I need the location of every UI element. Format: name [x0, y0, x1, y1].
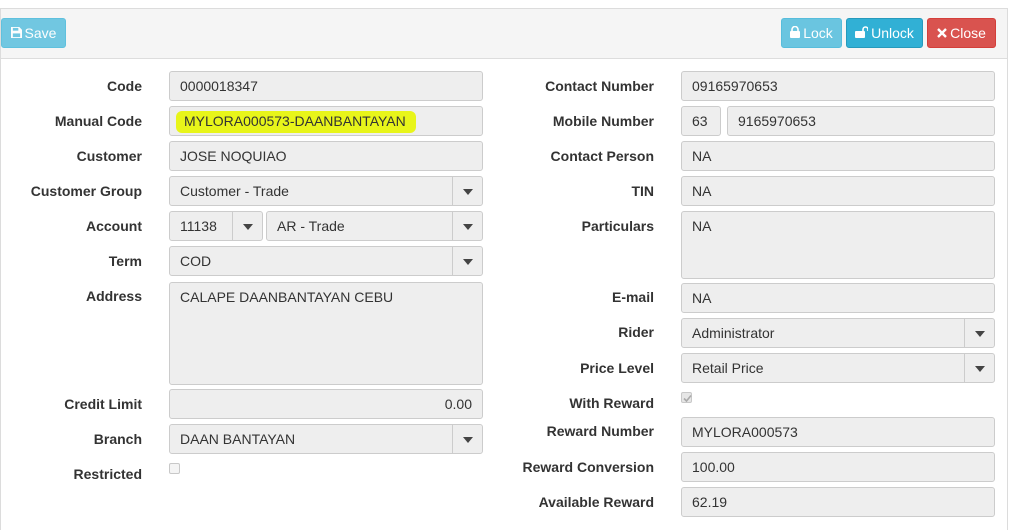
dropdown-toggle[interactable] — [452, 177, 482, 205]
customer-field[interactable]: JOSE NOQUIAO — [169, 141, 483, 171]
contact-number-field[interactable]: 09165970653 — [681, 71, 995, 101]
with-reward-label: With Reward — [569, 395, 654, 411]
price-level-value: Retail Price — [692, 360, 764, 376]
tin-label: TIN — [631, 183, 654, 199]
manual-code-value: MYLORA000573-DAANBANTAYAN — [176, 111, 416, 133]
manual-code-label: Manual Code — [54, 113, 142, 129]
account-code-select[interactable]: 11138 — [169, 211, 263, 241]
toolbar: Save Lock Unlock Close — [1, 9, 1007, 59]
mobile-number-field[interactable]: 9165970653 — [727, 106, 995, 136]
customer-group-select[interactable]: Customer - Trade — [169, 176, 483, 206]
price-level-label: Price Level — [580, 360, 654, 376]
reward-conversion-label: Reward Conversion — [522, 459, 654, 475]
particulars-label: Particulars — [581, 218, 654, 234]
customer-label: Customer — [76, 148, 142, 164]
manual-code-field[interactable]: MYLORA000573-DAANBANTAYAN — [169, 106, 483, 136]
account-code-value: 11138 — [180, 218, 217, 234]
rider-label: Rider — [618, 324, 654, 340]
email-label: E-mail — [611, 289, 654, 305]
close-button[interactable]: Close — [927, 18, 996, 48]
restricted-checkbox[interactable] — [169, 463, 180, 474]
chevron-down-icon — [463, 224, 473, 230]
branch-value: DAAN BANTAYAN — [180, 431, 296, 447]
with-reward-checkbox[interactable] — [681, 392, 692, 403]
dropdown-toggle[interactable] — [452, 247, 482, 275]
unlock-label: Unlock — [871, 25, 914, 41]
rider-value: Administrator — [692, 325, 775, 341]
branch-label: Branch — [93, 431, 142, 447]
floppy-disk-icon — [10, 19, 22, 47]
credit-limit-field[interactable]: 0.00 — [169, 389, 483, 419]
credit-limit-label: Credit Limit — [64, 396, 142, 412]
customer-group-value: Customer - Trade — [180, 183, 289, 199]
lock-icon — [790, 19, 801, 47]
lock-label: Lock — [803, 25, 833, 41]
chevron-down-icon — [463, 259, 473, 265]
available-reward-field[interactable]: 62.19 — [681, 487, 995, 517]
unlock-button[interactable]: Unlock — [846, 18, 923, 48]
close-label: Close — [950, 25, 986, 41]
term-value: COD — [180, 253, 212, 269]
chevron-down-icon — [463, 437, 473, 443]
reward-number-field[interactable]: MYLORA000573 — [681, 417, 995, 447]
tin-field[interactable]: NA — [681, 176, 995, 206]
contact-person-field[interactable]: NA — [681, 141, 995, 171]
restricted-label: Restricted — [73, 466, 142, 482]
save-button[interactable]: Save — [1, 18, 66, 48]
unlock-icon — [855, 19, 869, 47]
rider-select[interactable]: Administrator — [681, 318, 995, 348]
code-field[interactable]: 0000018347 — [169, 71, 483, 101]
dropdown-toggle[interactable] — [964, 354, 994, 382]
term-label: Term — [108, 253, 142, 269]
chevron-down-icon — [975, 366, 985, 372]
mobile-prefix-field[interactable]: 63 — [681, 106, 721, 136]
lock-button[interactable]: Lock — [781, 18, 842, 48]
save-label: Save — [24, 25, 57, 41]
contact-person-label: Contact Person — [550, 148, 654, 164]
account-name-select[interactable]: AR - Trade — [266, 211, 483, 241]
check-icon — [683, 394, 692, 403]
dropdown-toggle[interactable] — [452, 425, 482, 453]
chevron-down-icon — [975, 331, 985, 337]
address-textarea[interactable]: CALAPE DAANBANTAYAN CEBU — [169, 282, 483, 385]
contact-number-label: Contact Number — [545, 78, 654, 94]
mobile-number-label: Mobile Number — [552, 113, 654, 129]
account-label: Account — [86, 218, 142, 234]
dropdown-toggle[interactable] — [232, 212, 262, 240]
price-level-select[interactable]: Retail Price — [681, 353, 995, 383]
term-select[interactable]: COD — [169, 246, 483, 276]
address-label: Address — [85, 288, 142, 304]
account-name-value: AR - Trade — [277, 218, 345, 234]
particulars-textarea[interactable]: NA — [681, 211, 995, 279]
branch-select[interactable]: DAAN BANTAYAN — [169, 424, 483, 454]
close-icon — [937, 19, 947, 47]
available-reward-label: Available Reward — [538, 494, 654, 510]
reward-number-label: Reward Number — [546, 423, 654, 439]
reward-conversion-field[interactable]: 100.00 — [681, 452, 995, 482]
customer-group-label: Customer Group — [30, 183, 142, 199]
dropdown-toggle[interactable] — [964, 319, 994, 347]
dropdown-toggle[interactable] — [452, 212, 482, 240]
code-label: Code — [107, 78, 142, 94]
chevron-down-icon — [463, 189, 473, 195]
email-field[interactable]: NA — [681, 283, 995, 313]
chevron-down-icon — [243, 224, 253, 230]
